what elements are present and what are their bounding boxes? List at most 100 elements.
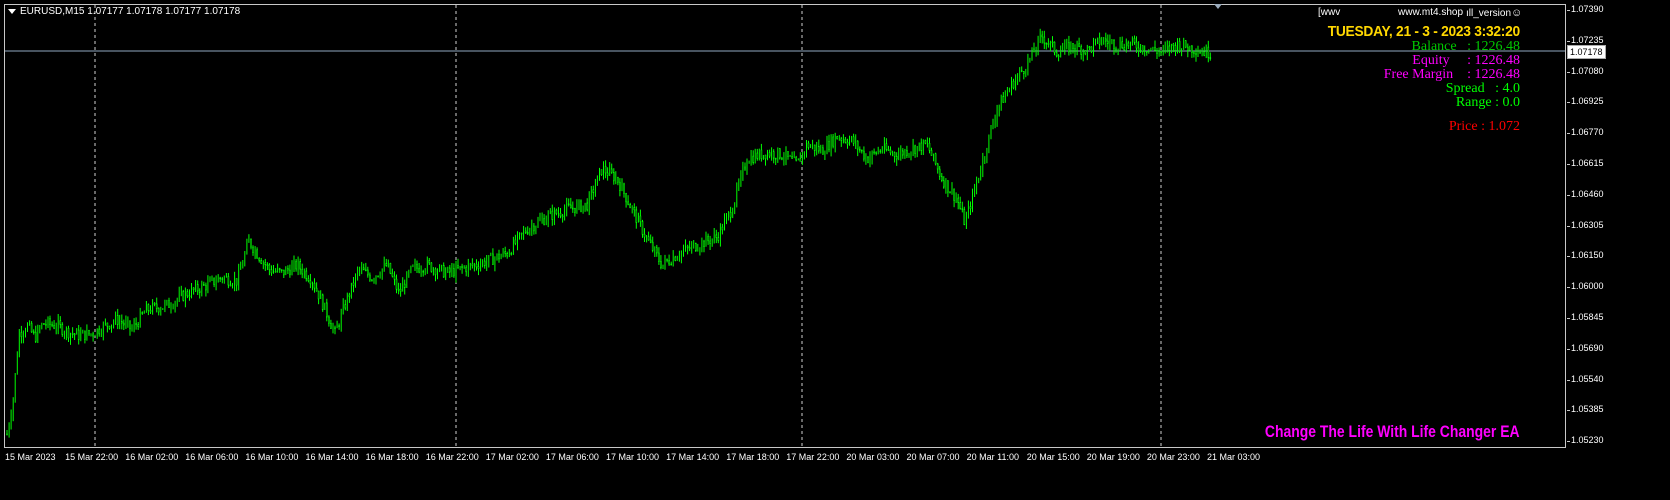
time-axis[interactable]: 15 Mar 2023 15 Mar 22:00 16 Mar 02:00 16 Ma… bbox=[0, 449, 1567, 469]
candle-body bbox=[371, 279, 373, 282]
price-tick: 1.06925 bbox=[1567, 96, 1604, 107]
smiley-icon: ☺ bbox=[1511, 7, 1523, 19]
candle-body bbox=[686, 245, 689, 248]
time-tick: 20 Mar 07:00 bbox=[906, 452, 960, 462]
price-tick: 1.07080 bbox=[1567, 65, 1604, 76]
candle-body bbox=[957, 197, 960, 203]
candle-body bbox=[729, 212, 732, 218]
candle-body bbox=[135, 323, 137, 325]
candle-body bbox=[315, 287, 318, 292]
candle-body bbox=[295, 260, 297, 270]
candle-body bbox=[567, 203, 570, 206]
candle-body bbox=[32, 331, 35, 334]
candle-body bbox=[840, 138, 843, 141]
chart-shift-marker[interactable] bbox=[1214, 4, 1222, 9]
candle-body bbox=[116, 314, 119, 325]
candle-body bbox=[1193, 52, 1195, 54]
candle-body bbox=[875, 151, 878, 154]
price-tick: 1.06000 bbox=[1567, 281, 1604, 292]
candle-body bbox=[1178, 41, 1181, 52]
candle-body bbox=[928, 143, 931, 151]
candle-body bbox=[885, 143, 888, 150]
candle-body bbox=[924, 140, 927, 144]
candle-body bbox=[309, 280, 312, 285]
candle-body bbox=[266, 264, 269, 267]
chart-window[interactable]: EURUSD,M15 1.07177 1.07178 1.07177 1.071… bbox=[0, 0, 1670, 500]
candle-body bbox=[313, 282, 316, 289]
candle-body bbox=[963, 209, 966, 226]
candle-body bbox=[213, 277, 215, 285]
candle-body bbox=[1191, 45, 1193, 53]
candle-body bbox=[559, 213, 562, 217]
candle-body bbox=[389, 262, 392, 274]
candle-body bbox=[338, 325, 340, 328]
time-tick: 16 Mar 02:00 bbox=[125, 452, 179, 462]
candle-body bbox=[1168, 45, 1171, 51]
candle-body bbox=[123, 322, 125, 326]
candle-body bbox=[1098, 37, 1101, 45]
date-time-display: TUESDAY, 21 - 3 - 2023 3:32:20 bbox=[1327, 23, 1520, 40]
candle-body bbox=[873, 151, 875, 154]
price-tick: 1.05230 bbox=[1567, 435, 1604, 446]
candle-body bbox=[633, 207, 636, 211]
candle-body bbox=[196, 283, 199, 292]
candle-body bbox=[334, 327, 336, 330]
candle-body bbox=[1033, 48, 1035, 53]
candle-body bbox=[147, 304, 150, 311]
candle-body bbox=[571, 207, 574, 210]
candle-body bbox=[442, 264, 445, 278]
candle-body bbox=[914, 145, 916, 154]
time-tick: 15 Mar 22:00 bbox=[65, 452, 119, 462]
price-tick: 1.07235 bbox=[1567, 34, 1604, 45]
time-tick: 16 Mar 22:00 bbox=[425, 452, 479, 462]
candle-body bbox=[1137, 47, 1140, 52]
candle-body bbox=[934, 153, 937, 165]
candle-body bbox=[774, 157, 777, 160]
candle-body bbox=[397, 288, 400, 291]
symbol-info-bar: EURUSD,M15 1.07177 1.07178 1.07177 1.071… bbox=[8, 6, 240, 17]
candle-body bbox=[219, 277, 221, 280]
candle-body bbox=[629, 204, 632, 209]
candle-body bbox=[43, 323, 45, 325]
candle-body bbox=[428, 260, 431, 264]
candle-body bbox=[1209, 57, 1212, 59]
candle-body bbox=[760, 149, 763, 159]
range-display: Range : 0.0 bbox=[1455, 95, 1520, 110]
candle-body bbox=[399, 288, 402, 292]
candle-body bbox=[92, 333, 94, 337]
candle-body bbox=[348, 294, 351, 297]
time-tick: 20 Mar 23:00 bbox=[1146, 452, 1200, 462]
candle-body bbox=[227, 276, 230, 286]
candle-body bbox=[938, 168, 941, 177]
candle-body bbox=[1057, 55, 1060, 58]
candle-body bbox=[752, 155, 755, 163]
candle-body bbox=[832, 136, 834, 147]
time-tick: 21 Mar 03:00 bbox=[1207, 452, 1261, 462]
price-tick: 1.06615 bbox=[1567, 158, 1604, 168]
candle-body bbox=[520, 232, 523, 235]
candle-body bbox=[768, 152, 771, 157]
price-axis[interactable]: 1.07390 1.07235 1.07080 1.06925 1.06770 1.066… bbox=[1567, 0, 1670, 460]
price-tick: 1.07390 bbox=[1567, 4, 1604, 14]
candle-body bbox=[403, 283, 406, 289]
candles-group bbox=[6, 28, 1212, 438]
candle-body bbox=[889, 149, 892, 154]
candle-body bbox=[709, 240, 711, 244]
time-tick: 20 Mar 19:00 bbox=[1086, 452, 1140, 462]
candle-body bbox=[703, 240, 705, 248]
candle-body bbox=[59, 320, 62, 325]
candle-body bbox=[1199, 52, 1201, 54]
candle-body bbox=[668, 260, 670, 265]
time-tick: 17 Mar 14:00 bbox=[666, 452, 720, 462]
candle-body bbox=[949, 191, 951, 194]
candle-body bbox=[887, 149, 890, 151]
candle-body bbox=[328, 316, 330, 324]
candle-body bbox=[1107, 40, 1109, 44]
candle-body bbox=[1123, 47, 1125, 51]
candle-body bbox=[744, 166, 746, 170]
candle-body bbox=[1002, 96, 1005, 103]
time-tick: 16 Mar 10:00 bbox=[245, 452, 299, 462]
candle-body bbox=[352, 282, 355, 286]
dropdown-triangle-icon[interactable] bbox=[8, 8, 16, 14]
candle-body bbox=[756, 152, 759, 159]
